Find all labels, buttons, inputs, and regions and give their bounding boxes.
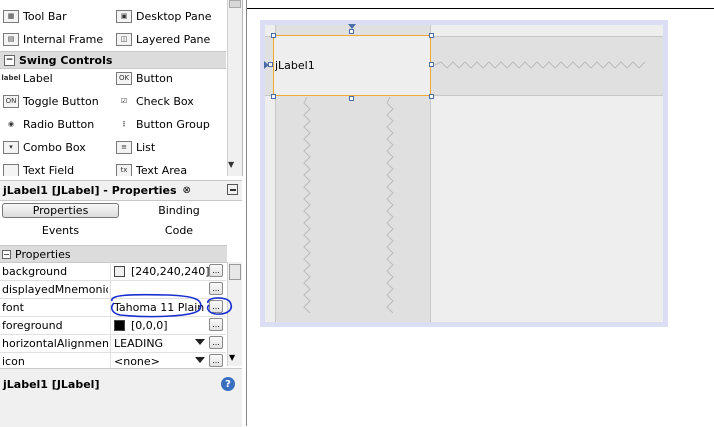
palette-item-text-field[interactable]: Text Field: [3, 160, 74, 176]
palette-item-label: Tool Bar: [23, 9, 67, 23]
description-title: jLabel1 [JLabel]: [3, 378, 100, 391]
property-row-background[interactable]: background [240,240,240] ...: [0, 262, 226, 281]
palette-item-label[interactable]: label Label: [1, 68, 53, 88]
collapse-icon: −: [2, 249, 11, 259]
palette-item-label: Toggle Button: [23, 94, 99, 108]
button-icon: OK: [116, 71, 132, 85]
palette-item-radio-button[interactable]: ◉ Radio Button: [3, 114, 94, 134]
layered-pane-icon: ◫: [116, 32, 132, 46]
toggle-button-icon: ON: [3, 94, 19, 108]
combo-box-icon: ▾: [3, 140, 19, 154]
radio-button-icon: ◉: [7, 120, 15, 128]
palette-item-toggle-button[interactable]: ON Toggle Button: [3, 91, 99, 111]
properties-title: jLabel1 [JLabel] - Properties: [3, 184, 177, 197]
scroll-down-icon[interactable]: ▼: [228, 160, 234, 169]
palette-category-label: Swing Controls: [19, 53, 113, 67]
palette-item-label: Radio Button: [23, 117, 95, 131]
palette-item-internal-frame[interactable]: ▤ Internal Frame: [3, 29, 103, 49]
color-swatch: [114, 266, 125, 277]
palette-scrollbar-thumb[interactable]: [229, 0, 241, 8]
toolbar-icon: ▦: [3, 9, 19, 23]
palette-category-swing-controls[interactable]: − Swing Controls: [0, 51, 226, 69]
palette-item-text-area[interactable]: tx Text Area: [116, 160, 187, 176]
dropdown-arrow-icon[interactable]: [195, 357, 205, 363]
palette-item-label: List: [136, 140, 156, 154]
desktop-pane-icon: ▣: [116, 9, 132, 23]
palette-item-label: Layered Pane: [136, 32, 211, 46]
palette-item-label: Check Box: [136, 94, 194, 108]
tab-code[interactable]: Code: [120, 222, 238, 239]
palette-item-list[interactable]: ≡ List: [116, 137, 155, 157]
palette-item-desktop-pane[interactable]: ▣ Desktop Pane: [116, 6, 211, 26]
help-icon[interactable]: ?: [221, 377, 235, 391]
text-area-icon: tx: [116, 163, 132, 176]
properties-header: jLabel1 [JLabel] - Properties ⊗: [0, 180, 242, 201]
component-palette: ▦ Tool Bar ▣ Desktop Pane ▤ Internal Fra…: [0, 0, 243, 176]
palette-scrollbar[interactable]: [227, 0, 242, 176]
collapse-icon: −: [4, 54, 15, 66]
property-value: LEADING: [114, 337, 164, 350]
property-editor-button[interactable]: ...: [209, 264, 223, 277]
palette-item-check-box[interactable]: ☑ Check Box: [116, 91, 194, 111]
resize-handle[interactable]: [271, 94, 276, 99]
section-label: Properties: [15, 247, 71, 261]
property-editor-button[interactable]: ...: [209, 336, 223, 349]
properties-section-header[interactable]: − Properties: [0, 245, 227, 263]
palette-item-label: Text Area: [136, 163, 188, 177]
minimize-icon[interactable]: [227, 184, 238, 195]
palette-item-label: Desktop Pane: [136, 9, 212, 23]
property-value: <none>: [114, 355, 160, 368]
internal-frame-icon: ▤: [3, 32, 19, 46]
resize-handle[interactable]: [429, 33, 434, 38]
property-row-horizontal-alignment[interactable]: horizontalAlignment LEADING ...: [0, 334, 226, 353]
resize-handle[interactable]: [268, 62, 273, 67]
palette-item-combo-box[interactable]: ▾ Combo Box: [3, 137, 86, 157]
property-editor-button[interactable]: ...: [209, 354, 223, 367]
palette-item-button[interactable]: OK Button: [116, 68, 173, 88]
property-value: [240,240,240]: [131, 265, 210, 278]
jlabel-text: jLabel1: [275, 59, 315, 72]
scroll-down-icon[interactable]: ▼: [229, 353, 235, 362]
property-name: background: [2, 265, 68, 278]
property-name: font: [2, 301, 24, 314]
tab-binding[interactable]: Binding: [120, 202, 238, 219]
resize-handle[interactable]: [349, 29, 354, 34]
property-name: foreground: [2, 319, 63, 332]
palette-item-label: Label: [23, 71, 53, 85]
property-name: icon: [2, 355, 25, 368]
button-group-icon: ⋮: [120, 120, 128, 128]
properties-scrollbar-thumb[interactable]: [229, 264, 241, 280]
check-box-icon: ☑: [120, 97, 128, 105]
palette-item-layered-pane[interactable]: ◫ Layered Pane: [116, 29, 210, 49]
palette-item-label: Internal Frame: [23, 32, 104, 46]
palette-item-label: Combo Box: [23, 140, 86, 154]
label-icon: label: [1, 74, 21, 82]
dropdown-arrow-icon[interactable]: [195, 339, 205, 345]
resize-handle[interactable]: [429, 62, 434, 67]
canvas-top-border: [247, 8, 714, 9]
resize-handle[interactable]: [349, 96, 354, 101]
palette-item-label: Text Field: [23, 163, 75, 177]
tab-events[interactable]: Events: [2, 222, 119, 239]
property-name: displayedMnemonic: [2, 283, 108, 296]
property-name: horizontalAlignment: [2, 337, 108, 350]
palette-item-tool-bar[interactable]: ▦ Tool Bar: [3, 6, 67, 26]
resize-handle[interactable]: [271, 33, 276, 38]
palette-item-button-group[interactable]: ⋮ Button Group: [116, 114, 210, 134]
text-field-icon: [3, 163, 19, 176]
tab-properties[interactable]: Properties: [2, 203, 119, 218]
palette-item-label: Button Group: [136, 117, 210, 131]
property-description-panel: jLabel1 [JLabel] ?: [0, 368, 242, 427]
list-icon: ≡: [116, 140, 132, 154]
palette-item-label: Button: [136, 71, 173, 85]
annotation-scribble: [110, 293, 232, 318]
close-icon[interactable]: ⊗: [183, 185, 191, 196]
resize-handle[interactable]: [429, 94, 434, 99]
